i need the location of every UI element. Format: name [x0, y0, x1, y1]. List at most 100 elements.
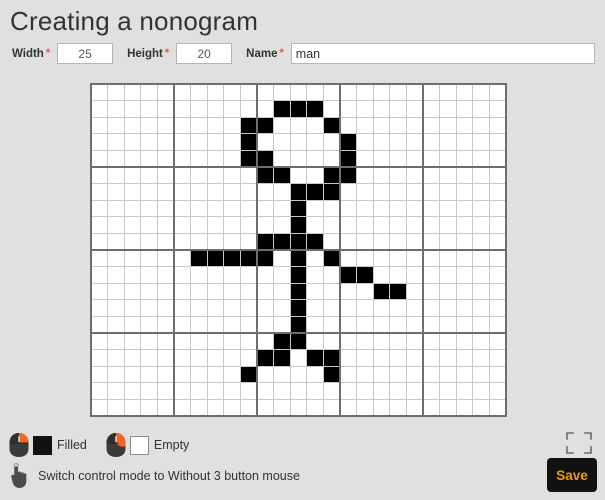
grid-cell[interactable] [373, 332, 391, 350]
grid-cell[interactable] [456, 399, 474, 416]
grid-cell[interactable] [290, 332, 308, 350]
grid-cell[interactable] [140, 382, 158, 400]
grid-cell[interactable] [240, 84, 258, 102]
grid-cell[interactable] [107, 150, 125, 168]
grid-cell[interactable] [207, 84, 225, 102]
grid-cell[interactable] [240, 366, 258, 384]
grid-cell[interactable] [240, 249, 258, 268]
grid-cell[interactable] [157, 183, 175, 201]
grid-cell[interactable] [306, 266, 324, 284]
grid-cell[interactable] [290, 233, 308, 251]
grid-cell[interactable] [389, 117, 407, 135]
grid-cell[interactable] [290, 117, 308, 135]
grid-cell[interactable] [472, 183, 490, 201]
grid-cell[interactable] [306, 332, 324, 350]
grid-cell[interactable] [107, 316, 125, 334]
grid-cell[interactable] [339, 249, 357, 268]
grid-cell[interactable] [406, 382, 424, 400]
grid-cell[interactable] [190, 283, 208, 301]
grid-cell[interactable] [173, 84, 192, 102]
grid-cell[interactable] [273, 150, 291, 168]
grid-cell[interactable] [256, 382, 275, 400]
grid-cell[interactable] [339, 133, 357, 151]
grid-cell[interactable] [456, 117, 474, 135]
grid-cell[interactable] [373, 150, 391, 168]
legend-item-empty[interactable]: Empty [105, 432, 189, 458]
grid-cell[interactable] [489, 366, 506, 384]
grid-cell[interactable] [406, 366, 424, 384]
grid-cell[interactable] [240, 100, 258, 118]
grid-row[interactable] [91, 249, 506, 268]
grid-cell[interactable] [373, 299, 391, 317]
grid-cell[interactable] [173, 166, 192, 185]
grid-cell[interactable] [489, 283, 506, 301]
grid-cell[interactable] [290, 399, 308, 416]
grid-cell[interactable] [439, 249, 457, 268]
grid-cell[interactable] [389, 150, 407, 168]
grid-cell[interactable] [456, 366, 474, 384]
grid-cell[interactable] [489, 216, 506, 234]
grid-cell[interactable] [456, 150, 474, 168]
grid-cell[interactable] [439, 150, 457, 168]
grid-cell[interactable] [273, 382, 291, 400]
grid-cell[interactable] [406, 316, 424, 334]
grid-cell[interactable] [306, 399, 324, 416]
grid-cell[interactable] [406, 117, 424, 135]
grid-cell[interactable] [223, 283, 241, 301]
grid-cell[interactable] [223, 183, 241, 201]
grid-cell[interactable] [323, 299, 341, 317]
grid-cell[interactable] [422, 216, 440, 234]
grid-cell[interactable] [157, 266, 175, 284]
grid-cell[interactable] [207, 133, 225, 151]
grid-cell[interactable] [406, 84, 424, 102]
grid-cell[interactable] [240, 166, 258, 185]
grid-cell[interactable] [306, 150, 324, 168]
grid-cell[interactable] [439, 100, 457, 118]
grid-cell[interactable] [339, 200, 357, 218]
grid-cell[interactable] [140, 183, 158, 201]
grid-cell[interactable] [406, 349, 424, 367]
grid-cell[interactable] [489, 332, 506, 350]
grid-cell[interactable] [124, 299, 142, 317]
grid-cell[interactable] [339, 100, 357, 118]
grid-cell[interactable] [91, 150, 109, 168]
grid-cell[interactable] [439, 200, 457, 218]
grid-cell[interactable] [472, 316, 490, 334]
grid-cell[interactable] [422, 133, 440, 151]
grid-cell[interactable] [422, 117, 440, 135]
grid-cell[interactable] [356, 117, 374, 135]
grid-cell[interactable] [373, 283, 391, 301]
grid-cell[interactable] [207, 100, 225, 118]
grid-cell[interactable] [406, 399, 424, 416]
grid-cell[interactable] [273, 100, 291, 118]
grid-cell[interactable] [124, 266, 142, 284]
grid-cell[interactable] [157, 166, 175, 185]
grid-cell[interactable] [107, 117, 125, 135]
grid-cell[interactable] [472, 216, 490, 234]
grid-cell[interactable] [223, 266, 241, 284]
grid-cell[interactable] [107, 200, 125, 218]
grid-cell[interactable] [190, 399, 208, 416]
grid-cell[interactable] [306, 100, 324, 118]
grid-cell[interactable] [240, 117, 258, 135]
grid-cell[interactable] [339, 166, 357, 185]
grid-cell[interactable] [140, 332, 158, 350]
grid-cell[interactable] [472, 332, 490, 350]
grid-row[interactable] [91, 133, 506, 151]
grid-cell[interactable] [140, 133, 158, 151]
grid-cell[interactable] [173, 366, 192, 384]
grid-cell[interactable] [472, 366, 490, 384]
grid-cell[interactable] [91, 233, 109, 251]
grid-cell[interactable] [157, 249, 175, 268]
grid-cell[interactable] [190, 233, 208, 251]
grid-cell[interactable] [406, 183, 424, 201]
grid-cell[interactable] [472, 200, 490, 218]
grid-cell[interactable] [373, 349, 391, 367]
grid-cell[interactable] [422, 166, 440, 185]
grid-cell[interactable] [389, 183, 407, 201]
grid-cell[interactable] [290, 150, 308, 168]
grid-cell[interactable] [207, 283, 225, 301]
grid-cell[interactable] [472, 349, 490, 367]
grid-cell[interactable] [91, 266, 109, 284]
grid-cell[interactable] [273, 399, 291, 416]
